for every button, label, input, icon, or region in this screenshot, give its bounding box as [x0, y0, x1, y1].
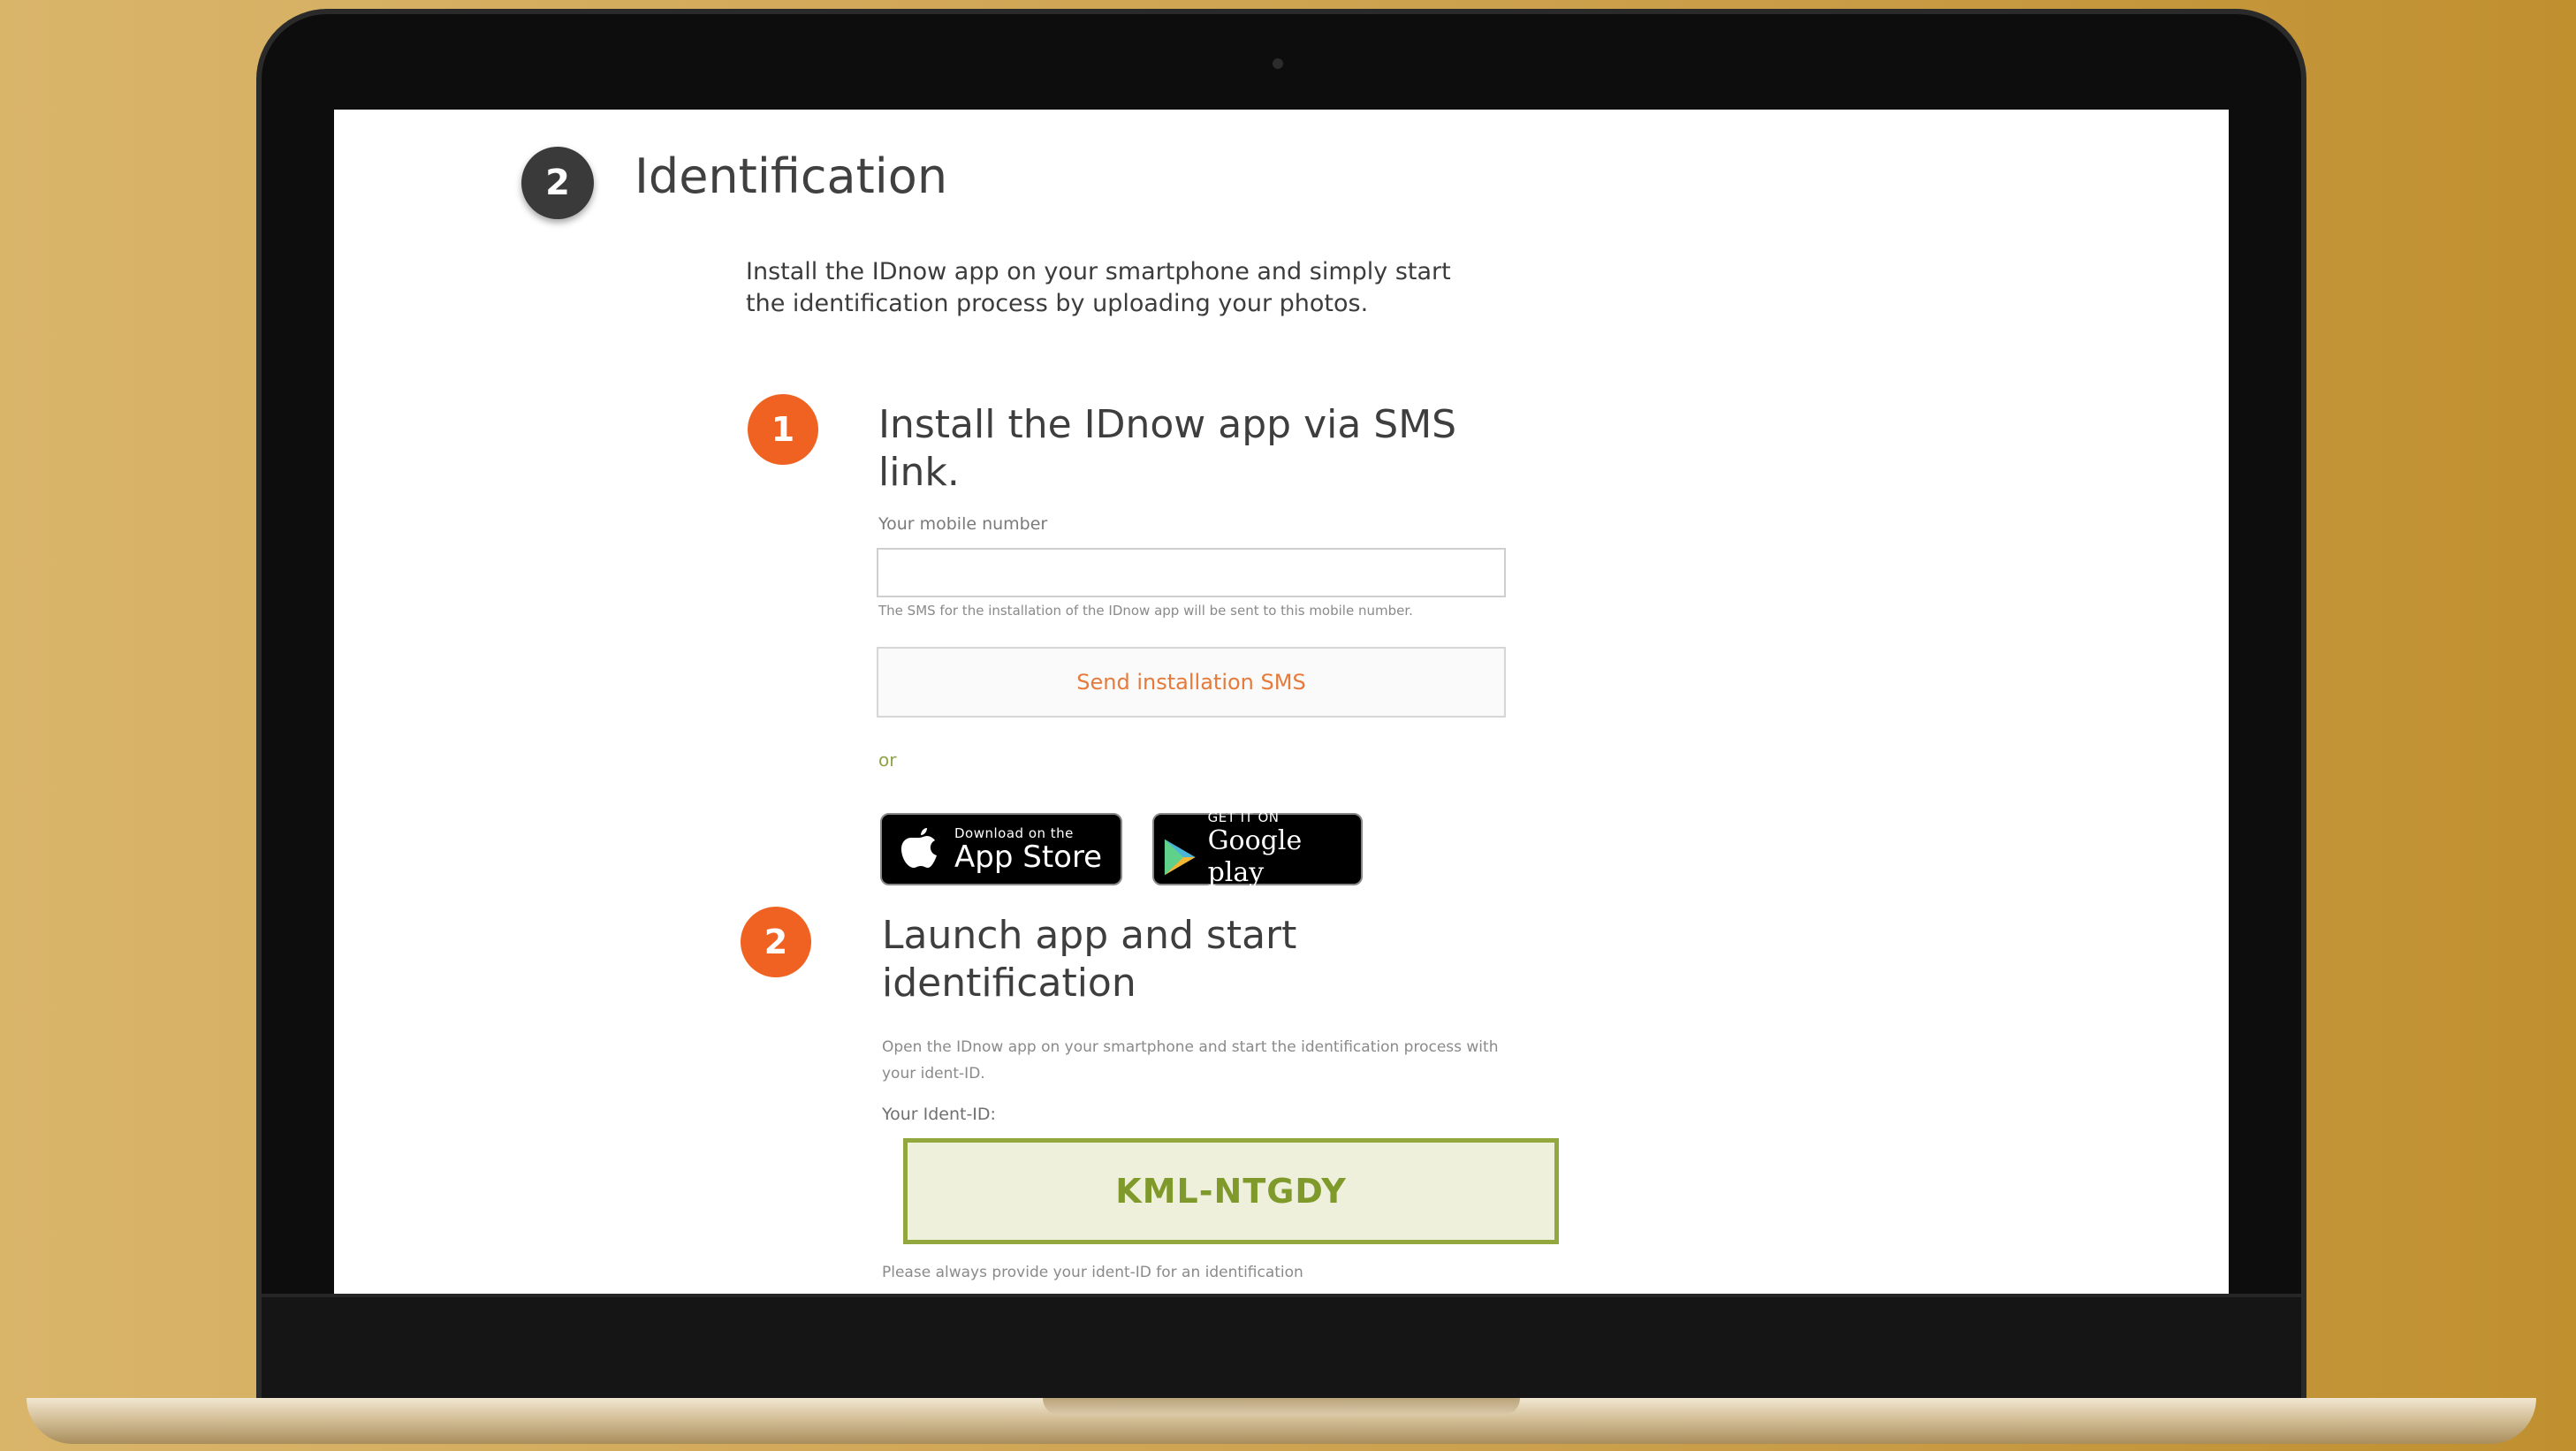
ident-id-hint: Please always provide your ident-ID for …: [882, 1264, 1303, 1281]
step-2-title: Launch app and start identification: [882, 912, 1296, 1007]
step-1-badge: 1: [748, 394, 818, 465]
step-title-line: link.: [878, 450, 960, 495]
step-1-title: Install the IDnow app via SMS link.: [878, 401, 1456, 497]
intro-line: the identification process by uploading …: [746, 290, 1369, 317]
intro-text: Install the IDnow app on your smartphone…: [746, 256, 1541, 320]
section-title: Identification: [635, 148, 948, 204]
laptop-bottom-bezel: [262, 1294, 2301, 1400]
app-store-button[interactable]: Download on the App Store: [880, 813, 1122, 885]
desc-line: Open the IDnow app on your smartphone an…: [882, 1038, 1499, 1056]
desc-line: your ident-ID.: [882, 1065, 985, 1083]
step-title-line: Launch app and start: [882, 913, 1297, 958]
laptop-notch: [1043, 1398, 1520, 1416]
camera-dot: [1273, 58, 1283, 69]
intro-line: Install the IDnow app on your smartphone…: [746, 258, 1451, 285]
ident-id-box: KML-NTGDY: [903, 1138, 1559, 1244]
play-triangle-icon: [1164, 839, 1196, 876]
apple-icon: [901, 828, 937, 868]
step-2-description: Open the IDnow app on your smartphone an…: [882, 1034, 1498, 1087]
google-play-button[interactable]: GET IT ON Google play: [1152, 809, 1363, 888]
screen: 2 Identification Install the IDnow app o…: [334, 110, 2229, 1294]
mobile-number-input[interactable]: [877, 548, 1506, 597]
google-play-small-text: GET IT ON: [1207, 809, 1280, 825]
step-2-badge: 2: [741, 907, 811, 977]
mobile-number-label: Your mobile number: [878, 514, 1048, 534]
section-number-badge: 2: [521, 147, 594, 219]
ident-id-label: Your Ident-ID:: [882, 1105, 996, 1124]
or-separator: or: [878, 749, 897, 771]
app-store-large-text: App Store: [954, 839, 1103, 875]
mobile-number-hint: The SMS for the installation of the IDno…: [878, 603, 1413, 619]
send-sms-button[interactable]: Send installation SMS: [877, 647, 1506, 718]
step-title-line: identification: [882, 961, 1136, 1006]
google-play-large-text: Google play: [1207, 825, 1303, 888]
step-title-line: Install the IDnow app via SMS: [878, 402, 1457, 447]
